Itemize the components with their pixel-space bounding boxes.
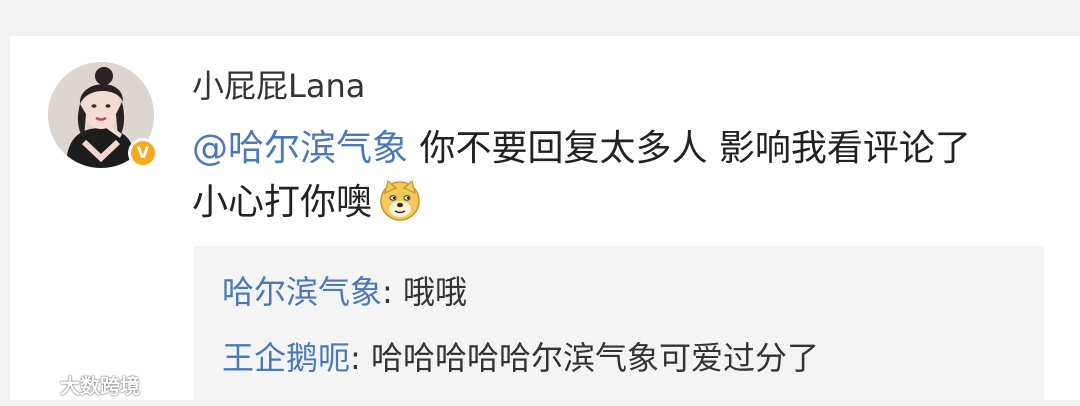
reply-item: 哈尔滨气象: 哦哦 <box>222 272 467 312</box>
watermark-logo-icon <box>11 376 52 394</box>
reply-text: 哦哦 <box>402 273 467 311</box>
comment-line2: 小心打你噢 <box>192 182 373 223</box>
mention-link[interactable]: @哈尔滨气象 <box>192 128 408 169</box>
watermark: 大数跨境 <box>10 370 140 399</box>
username[interactable]: 小屁屁Lana <box>192 66 365 106</box>
reply-separator: : <box>350 339 371 377</box>
verified-badge-icon: V <box>128 138 158 168</box>
comment-card: V 小屁屁Lana @哈尔滨气象 你不要回复太多人 影响我看评论了 小心打你噢 <box>10 36 1080 400</box>
reply-text: 哈哈哈哈哈尔滨气象可爱过分了 <box>370 339 819 377</box>
comment-line1: 你不要回复太多人 影响我看评论了 <box>408 128 971 169</box>
reply-author[interactable]: 王企鹅呃 <box>222 339 350 377</box>
reply-separator: : <box>382 273 403 311</box>
reply-item: 王企鹅呃: 哈哈哈哈哈尔滨气象可爱过分了 <box>222 338 819 378</box>
reply-author[interactable]: 哈尔滨气象 <box>222 273 382 311</box>
watermark-text: 大数跨境 <box>60 374 140 398</box>
reply-box[interactable]: 哈尔滨气象: 哦哦 王企鹅呃: 哈哈哈哈哈尔滨气象可爱过分了 <box>194 246 1044 400</box>
comment-text: @哈尔滨气象 你不要回复太多人 影响我看评论了 小心打你噢 <box>192 122 1062 230</box>
screenshot: V 小屁屁Lana @哈尔滨气象 你不要回复太多人 影响我看评论了 小心打你噢 <box>0 0 1080 406</box>
doge-icon <box>378 178 422 222</box>
